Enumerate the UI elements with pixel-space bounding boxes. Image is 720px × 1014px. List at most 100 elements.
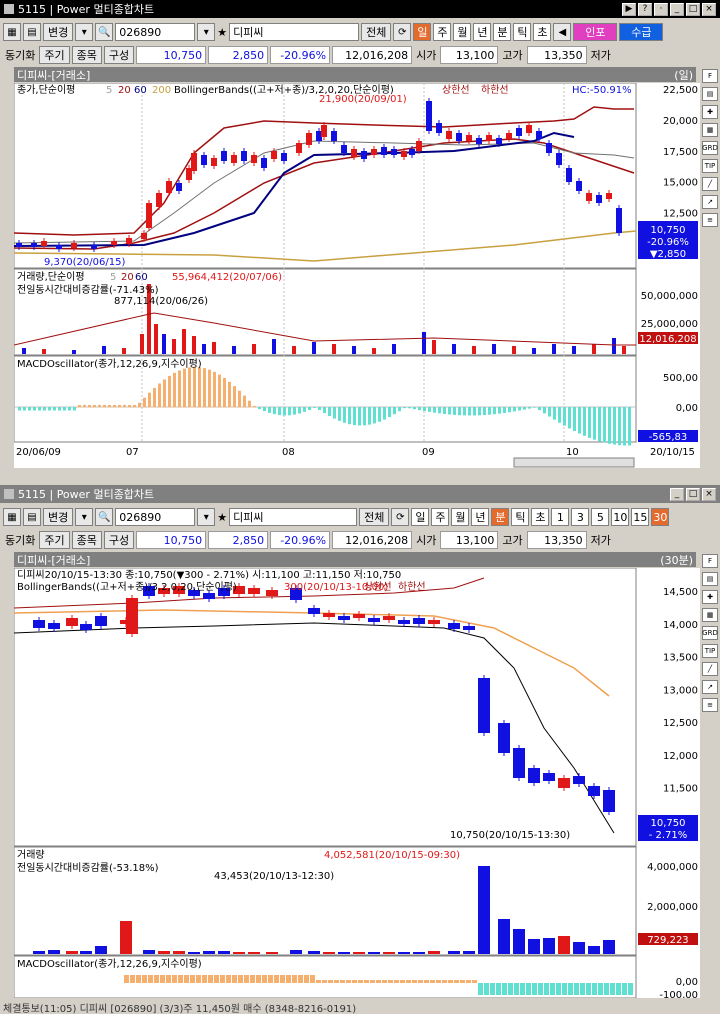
period-15[interactable]: 15 [631,508,650,526]
code-input[interactable]: 026890 [115,23,196,41]
minimize-icon[interactable]: _ [670,2,684,16]
tool-line-icon[interactable]: ╱ [702,662,718,676]
candle [231,155,237,163]
split-icon[interactable]: ▤ [23,23,41,41]
maximize-icon[interactable]: □ [686,2,700,16]
sync-label[interactable]: 동기화 [3,46,38,64]
code-dropdown-icon[interactable]: ▾ [197,23,216,41]
tool-grd-icon[interactable]: GRD [702,626,718,640]
period-day[interactable]: 일 [413,23,432,41]
period-10[interactable]: 10 [611,508,630,526]
change-button[interactable]: 변경 [43,508,74,526]
bottom-chart-header: 디피씨-[거래소] (30분) [14,552,696,567]
period-1[interactable]: 1 [551,508,570,526]
help-icon[interactable]: ? [638,2,652,16]
period-tick[interactable]: 틱 [513,23,532,41]
star-icon[interactable]: ★ [217,511,227,524]
suggest-button[interactable]: 수급 [619,23,664,41]
compose-button[interactable]: 구성 [103,46,135,64]
layout-icon[interactable]: ▦ [3,508,21,526]
cycle-icon[interactable]: ⟳ [393,23,412,41]
layout-icon[interactable]: ▦ [3,23,21,41]
period-30[interactable]: 30 [651,508,670,526]
chevron-down-icon[interactable]: ▾ [75,23,94,41]
period-year[interactable]: 년 [471,508,490,526]
macd-bar [353,407,356,426]
search-icon[interactable]: 🔍 [95,508,114,526]
period-second[interactable]: 초 [531,508,550,526]
cycle-button[interactable]: 주기 [39,531,70,549]
candle [448,623,460,629]
macd-bar [448,407,451,415]
macd-bar [178,975,183,983]
macd-bar [548,407,551,417]
all-button[interactable]: 전체 [361,23,392,41]
tool-cross-icon[interactable]: ✚ [702,105,718,119]
period-minute[interactable]: 분 [491,508,510,526]
item-button[interactable]: 종목 [71,46,102,64]
period-3[interactable]: 3 [571,508,590,526]
code-dropdown-icon[interactable]: ▾ [197,508,216,526]
tool-grid-icon[interactable]: ▦ [702,608,718,622]
price-badge-rate: - 2.71% [649,830,688,841]
pin-icon[interactable]: ▶ [622,2,636,16]
period-minute[interactable]: 분 [493,23,512,41]
macd-bar [328,407,331,416]
close-icon[interactable]: × [702,2,716,16]
tool-cross-icon[interactable]: ✚ [702,590,718,604]
tool-tip-icon[interactable]: TIP [702,644,718,658]
period-month[interactable]: 월 [451,508,470,526]
tool-grd-icon[interactable]: GRD [702,141,718,155]
tool-arrow-icon[interactable]: ↗ [702,680,718,694]
inpo-button[interactable]: 인포 [573,23,618,41]
star-icon[interactable]: ★ [217,26,227,39]
tool-line-icon[interactable]: ╱ [702,177,718,191]
macd-bar [28,407,31,411]
macd-bar [508,407,511,413]
split-icon[interactable]: ▤ [23,508,41,526]
all-button[interactable]: 전체 [359,508,390,526]
volume-bar [232,346,236,354]
compose-button[interactable]: 구성 [103,531,135,549]
tool-tip-icon[interactable]: TIP [702,159,718,173]
cycle-icon[interactable]: ⟳ [391,508,410,526]
minimize-icon[interactable]: _ [670,487,684,501]
maximize-icon[interactable]: □ [686,487,700,501]
tool-f-icon[interactable]: F [702,554,718,568]
candle [341,145,347,153]
top-chart-area[interactable]: 22,500 20,000 17,500 15,000 12,500 종가,단순이평 5 20… [14,83,700,468]
bottom-chart-area[interactable]: 14,500 14,000 13,500 13,000 12,500 12,000 11,5… [14,568,700,998]
macd-bar [608,407,611,444]
tool-fib-icon[interactable]: ≡ [702,213,718,227]
tool-chart-icon[interactable]: ▤ [702,87,718,101]
tool-f-icon[interactable]: F [702,69,718,83]
chevron-down-icon[interactable]: ▾ [75,508,94,526]
code-input[interactable]: 026890 [115,508,196,526]
period-second[interactable]: 초 [533,23,552,41]
pin2-icon[interactable]: · [654,2,668,16]
period-tick[interactable]: 틱 [511,508,530,526]
tool-arrow-icon[interactable]: ↗ [702,195,718,209]
macd-bar [472,980,477,983]
period-week[interactable]: 주 [433,23,452,41]
arrow-left-icon[interactable]: ◀ [553,23,572,41]
tool-fib-icon[interactable]: ≡ [702,698,718,712]
period-week[interactable]: 주 [431,508,450,526]
period-5[interactable]: 5 [591,508,610,526]
tool-grid-icon[interactable]: ▦ [702,123,718,137]
tool-chart-icon[interactable]: ▤ [702,572,718,586]
macd-bar [502,983,507,995]
period-year[interactable]: 년 [473,23,492,41]
search-icon[interactable]: 🔍 [95,23,114,41]
change-button[interactable]: 변경 [43,23,74,41]
macd-bar [373,407,376,424]
period-day[interactable]: 일 [411,508,430,526]
cycle-button[interactable]: 주기 [39,46,70,64]
close-icon[interactable]: × [702,487,716,501]
vol-tick: 4,000,000 [647,862,698,873]
sync-label[interactable]: 동기화 [3,531,38,549]
item-button[interactable]: 종목 [71,531,102,549]
candle [416,141,422,151]
volume-bar [72,350,76,354]
period-month[interactable]: 월 [453,23,472,41]
